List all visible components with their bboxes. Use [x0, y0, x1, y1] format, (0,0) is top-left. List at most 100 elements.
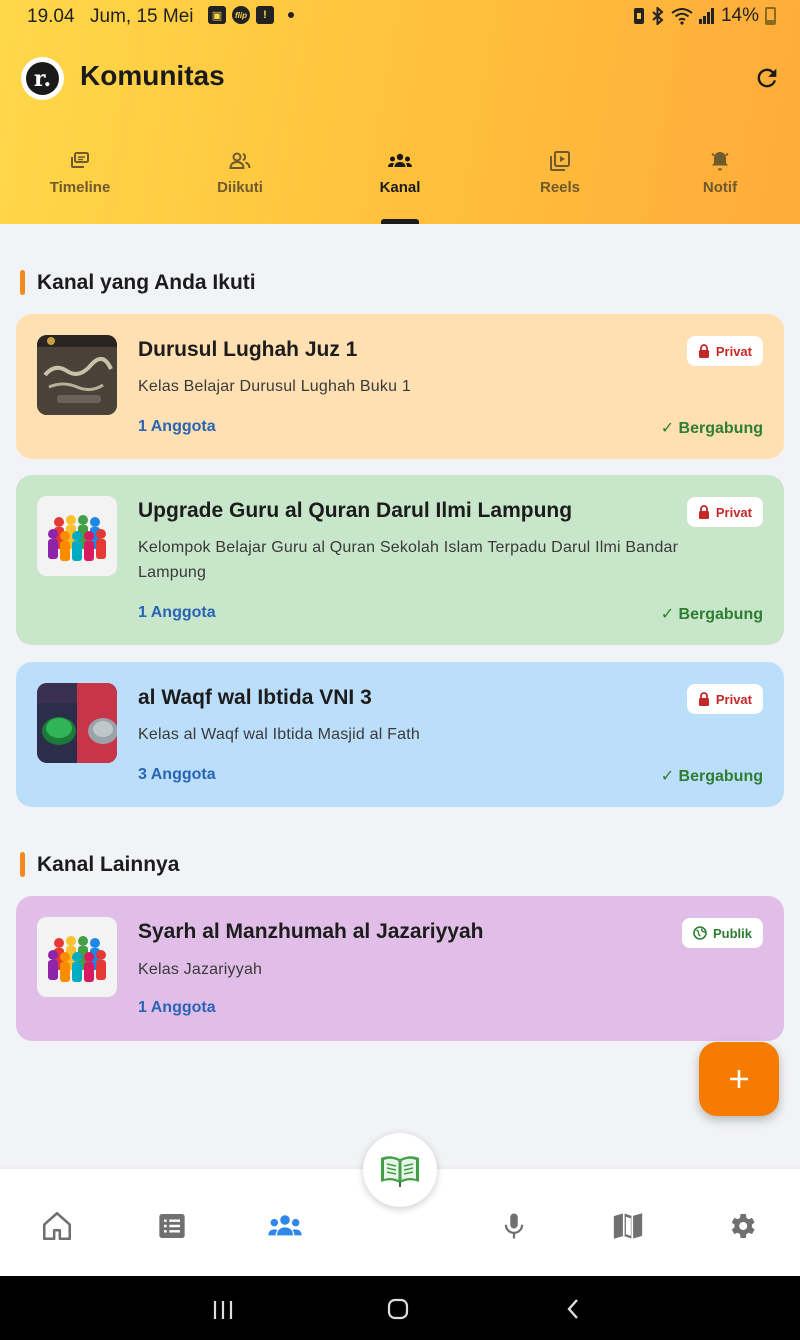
map-book-icon	[613, 1213, 643, 1239]
bluetooth-icon	[652, 7, 664, 25]
channel-card[interactable]: Syarh al Manzhumah al Jazariyyah Kelas J…	[16, 896, 784, 1041]
lock-icon	[698, 692, 709, 706]
recent-apps-icon[interactable]	[212, 1300, 234, 1320]
video-library-icon	[550, 151, 570, 171]
community-icon	[268, 1215, 302, 1236]
wifi-icon	[671, 8, 693, 25]
nav-map-book[interactable]	[608, 1206, 648, 1246]
globe-icon	[693, 926, 707, 940]
signal-icon	[698, 8, 714, 24]
status-time: 19.04	[27, 6, 75, 27]
nav-list[interactable]	[152, 1206, 192, 1246]
section-title-followed: Kanal yang Anda Ikuti	[20, 270, 256, 295]
home-icon	[42, 1211, 72, 1241]
battery-percentage: 14%	[720, 5, 759, 26]
tab-label: Timeline	[49, 179, 111, 196]
tab-bar: Timeline Diikuti Kanal Reels Notif	[0, 145, 800, 224]
home-button-icon[interactable]	[387, 1298, 409, 1320]
timeline-icon	[71, 152, 89, 168]
page-title: Komunitas	[80, 60, 225, 91]
groups-icon	[388, 153, 412, 167]
channel-description: Kelompok Belajar Guru al Quran Sekolah I…	[138, 539, 679, 581]
section-title-others: Kanal Lainnya	[20, 852, 179, 877]
tab-label: Kanal	[379, 179, 421, 196]
channel-thumbnail	[37, 917, 117, 997]
status-bar: 19.04 Jum, 15 Mei ▣ flip ! 14%	[0, 0, 800, 34]
tab-label: Diikuti	[217, 179, 263, 196]
plus-icon	[730, 1070, 748, 1088]
status-notification-icons: ▣ flip !	[208, 6, 294, 24]
tab-timeline[interactable]: Timeline	[0, 145, 160, 196]
section-title-text: Kanal Lainnya	[37, 852, 180, 876]
tab-notif[interactable]: Notif	[640, 145, 800, 196]
nav-home[interactable]	[37, 1206, 77, 1246]
tab-label: Reels	[539, 179, 581, 196]
people-group-thumbnail	[37, 917, 117, 997]
nav-settings[interactable]	[722, 1206, 762, 1246]
book-cover-thumbnail	[37, 335, 117, 415]
nav-community[interactable]	[265, 1206, 305, 1246]
people-group-thumbnail	[37, 496, 117, 576]
tab-reels[interactable]: Reels	[480, 145, 640, 196]
lock-icon	[698, 505, 709, 519]
channel-title: Upgrade Guru al Quran Darul Ilmi Lampung	[138, 499, 573, 522]
channel-card[interactable]: Upgrade Guru al Quran Darul Ilmi Lampung…	[16, 475, 784, 645]
sim-icon	[633, 8, 644, 24]
section-title-text: Kanal yang Anda Ikuti	[37, 270, 256, 294]
channel-description: Kelas al Waqf wal Ibtida Masjid al Fath	[138, 726, 420, 743]
alert-icon: !	[256, 6, 274, 24]
section-accent-bar	[20, 270, 25, 295]
joined-status: ✓ Bergabung	[660, 768, 763, 785]
channel-description: Kelas Jazariyyah	[138, 961, 263, 978]
channel-thumbnail	[37, 335, 117, 415]
section-accent-bar	[20, 852, 25, 877]
active-tab-indicator	[381, 219, 419, 224]
buttons-thumbnail	[37, 683, 117, 763]
list-icon	[159, 1214, 185, 1238]
channel-card[interactable]: Durusul Lughah Juz 1 Kelas Belajar Durus…	[16, 314, 784, 459]
privacy-badge: Publik	[681, 918, 763, 948]
badge-label: Privat	[715, 343, 752, 359]
badge-label: Privat	[715, 504, 752, 520]
quran-book-icon	[381, 1156, 419, 1187]
tab-kanal[interactable]: Kanal	[320, 145, 480, 196]
app-header: 19.04 Jum, 15 Mei ▣ flip ! 14% r. Komuni…	[0, 0, 800, 224]
people-icon	[229, 152, 251, 169]
app-logo: r.	[21, 57, 64, 100]
battery-icon	[765, 7, 776, 25]
channel-title: Syarh al Manzhumah al Jazariyyah	[138, 920, 484, 943]
add-channel-button[interactable]	[699, 1042, 779, 1116]
mic-icon	[504, 1213, 524, 1239]
status-date: Jum, 15 Mei	[90, 6, 194, 27]
nav-mic[interactable]	[494, 1206, 534, 1246]
privacy-badge: Privat	[686, 684, 763, 714]
channel-title: al Waqf wal Ibtida VNI 3	[138, 686, 372, 709]
more-notifications-dot	[288, 12, 294, 18]
gallery-icon: ▣	[208, 6, 226, 24]
channel-card[interactable]: al Waqf wal Ibtida VNI 3 Kelas al Waqf w…	[16, 662, 784, 807]
system-navigation-bar	[0, 1276, 800, 1340]
badge-label: Publik	[712, 925, 752, 941]
bell-icon	[711, 152, 729, 171]
channel-thumbnail	[37, 496, 117, 576]
channel-members: 1 Anggota	[138, 418, 216, 435]
channel-title: Durusul Lughah Juz 1	[138, 338, 358, 361]
refresh-icon[interactable]	[753, 64, 781, 92]
badge-label: Privat	[715, 691, 752, 707]
channel-members: 1 Anggota	[138, 604, 216, 621]
joined-status: ✓ Bergabung	[660, 420, 763, 437]
quran-center-button[interactable]	[363, 1133, 437, 1207]
lock-icon	[698, 344, 709, 358]
tab-label: Notif	[702, 179, 738, 196]
logo-letter: r.	[26, 62, 59, 95]
channel-members: 1 Anggota	[138, 999, 216, 1016]
channel-members: 3 Anggota	[138, 766, 216, 783]
tab-diikuti[interactable]: Diikuti	[160, 145, 320, 196]
privacy-badge: Privat	[686, 497, 763, 527]
settings-icon	[731, 1214, 755, 1238]
back-icon[interactable]	[566, 1298, 580, 1320]
channel-thumbnail	[37, 683, 117, 763]
privacy-badge: Privat	[686, 336, 763, 366]
flip-icon: flip	[232, 6, 250, 24]
status-right-icons: 14%	[633, 5, 776, 27]
